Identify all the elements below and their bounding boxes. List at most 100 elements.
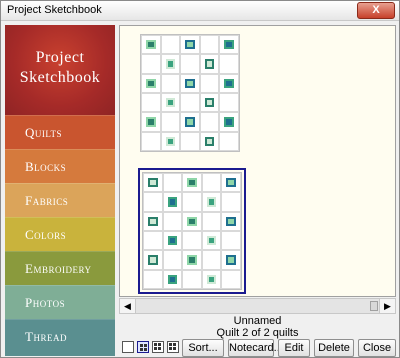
quilt-name-label: Unnamed [233, 315, 282, 327]
brand-line1: Project [35, 49, 85, 66]
scroll-left-arrow-icon[interactable]: ◀ [120, 299, 136, 313]
title-bar: Project Sketchbook X [1, 1, 399, 21]
delete-button[interactable]: Delete [314, 339, 354, 357]
block-square [226, 177, 237, 188]
quilt-block [160, 93, 181, 113]
quilt-block [199, 112, 220, 132]
quilt-block [141, 35, 161, 55]
close-button[interactable]: Close [358, 339, 396, 357]
quilt-block [199, 54, 220, 74]
quilt-view [119, 25, 396, 297]
project-sketchbook-window: Project Sketchbook X Project Sketchbook … [0, 0, 400, 358]
window-close-button[interactable]: X [357, 2, 395, 19]
quilt-block [180, 131, 200, 151]
quilt-thumbnail-1[interactable] [140, 34, 240, 152]
quilt-block [182, 173, 202, 193]
block-square [185, 39, 195, 50]
block-square [167, 274, 178, 285]
quilt-block [180, 54, 200, 74]
brand-logo: Project Sketchbook [5, 25, 115, 115]
block-square [224, 39, 235, 50]
quilt-block [143, 269, 163, 289]
scroll-thumb[interactable] [370, 301, 378, 311]
quilt-block [162, 250, 183, 270]
nav-item-fabrics[interactable]: Fabrics [5, 183, 115, 217]
quilt-block [143, 231, 163, 251]
quilt-grid [143, 173, 241, 289]
view-grid-2-icon[interactable] [137, 341, 149, 353]
quilt-block [221, 173, 241, 193]
nav-item-quilts[interactable]: Quilts [5, 115, 115, 149]
block-square [206, 197, 217, 207]
block-square [185, 78, 195, 89]
quilt-block [219, 73, 239, 93]
quilt-block [221, 250, 241, 270]
view-grid-4-icon[interactable] [167, 341, 179, 353]
quilt-block [221, 269, 241, 289]
nav-item-blocks[interactable]: Blocks [5, 149, 115, 183]
nav-item-thread[interactable]: Thread [5, 319, 115, 356]
quilt-block [141, 93, 161, 113]
nav-item-embroidery[interactable]: Embroidery [5, 251, 115, 285]
quilt-block [143, 211, 163, 231]
quilt-block [201, 173, 222, 193]
quilt-block [219, 54, 239, 74]
block-square [187, 177, 197, 188]
quilt-block [221, 231, 241, 251]
brand-line2: Sketchbook [19, 69, 101, 86]
quilt-block [162, 211, 183, 231]
quilt-block [219, 93, 239, 113]
quilt-block [182, 250, 202, 270]
block-square [145, 39, 156, 50]
quilt-block [219, 131, 239, 151]
quilt-block [141, 112, 161, 132]
quilt-block [141, 54, 161, 74]
quilt-block [143, 250, 163, 270]
nav-item-photos[interactable]: Photos [5, 285, 115, 319]
quilt-block [182, 231, 202, 251]
quilt-thumbnail-2[interactable] [138, 168, 246, 294]
quilt-block [201, 250, 222, 270]
quilt-block [143, 173, 163, 193]
quilt-grid [141, 35, 239, 151]
block-square [206, 274, 217, 285]
quilt-block [182, 192, 202, 212]
view-single-icon[interactable] [122, 341, 134, 353]
nav-item-colors[interactable]: Colors [5, 217, 115, 251]
block-square [145, 117, 156, 127]
quilt-block [141, 131, 161, 151]
quilt-block [199, 93, 220, 113]
quilt-block [182, 269, 202, 289]
block-square [165, 97, 176, 108]
sort-button[interactable]: Sort... [182, 339, 224, 357]
block-square [204, 97, 215, 108]
quilt-block [180, 35, 200, 55]
quilt-block [221, 211, 241, 231]
block-square [226, 216, 237, 227]
quilt-block [143, 192, 163, 212]
quilt-block [201, 231, 222, 251]
block-square [224, 78, 235, 89]
quilt-block [201, 211, 222, 231]
block-square [204, 136, 215, 147]
block-square [165, 136, 176, 147]
edit-button[interactable]: Edit [278, 339, 310, 357]
quilt-block [180, 73, 200, 93]
quilt-block [160, 73, 181, 93]
scroll-right-arrow-icon[interactable]: ▶ [379, 299, 395, 313]
block-square [147, 255, 158, 265]
notecard-button[interactable]: Notecard... [228, 339, 283, 357]
quilt-count-label: Quilt 2 of 2 quilts [216, 327, 299, 339]
quilt-block [180, 93, 200, 113]
block-square [147, 177, 158, 188]
sidebar: Project Sketchbook Quilts Blocks Fabrics… [5, 25, 115, 356]
quilt-block [201, 269, 222, 289]
quilt-block [199, 73, 220, 93]
quilt-block [162, 192, 183, 212]
quilt-block [219, 35, 239, 55]
horizontal-scrollbar[interactable]: ◀ ▶ [119, 298, 396, 314]
block-square [204, 59, 215, 69]
quilt-block [182, 211, 202, 231]
view-grid-3-icon[interactable] [152, 341, 164, 353]
quilt-block [141, 73, 161, 93]
